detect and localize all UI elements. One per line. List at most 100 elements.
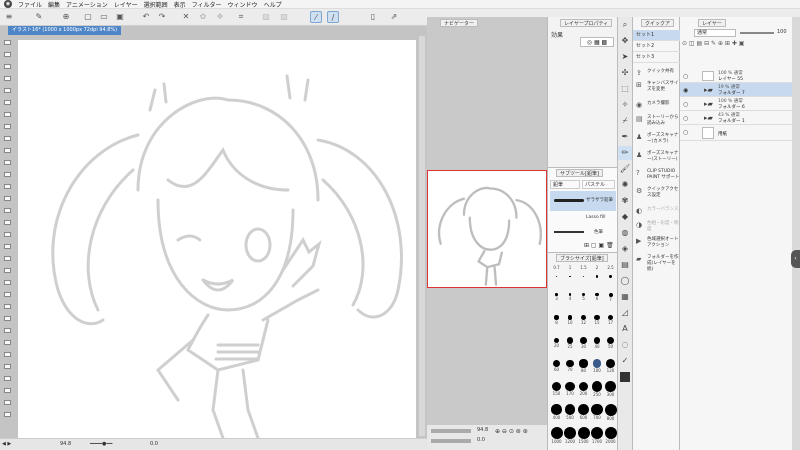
tab-layer[interactable]: レイヤー xyxy=(698,19,726,27)
menu-selection[interactable]: 選択範囲 xyxy=(144,0,168,9)
subtool-item-lasso-fill[interactable]: Lasso fill xyxy=(550,212,616,224)
brush-size-cell[interactable]: 40 xyxy=(591,334,604,349)
side-handle[interactable] xyxy=(4,76,11,81)
blend-tool-icon[interactable]: ◍ xyxy=(618,226,632,240)
eye-icon[interactable]: ◉ xyxy=(683,87,688,94)
eyedropper-tool-icon[interactable]: ⌿ xyxy=(618,114,632,128)
side-handle[interactable] xyxy=(4,388,11,393)
quick-item-support[interactable]: ? CLIP STUDIO PAINT サポート xyxy=(633,169,680,181)
visibility-off-icon[interactable]: ○ xyxy=(683,129,688,136)
side-handle[interactable] xyxy=(4,220,11,225)
navigator-rotate-slider[interactable] xyxy=(431,439,471,443)
subtool-group-pencil[interactable]: 鉛筆 xyxy=(550,180,580,189)
canvas-vertical-scrollbar[interactable] xyxy=(419,36,425,436)
subtool-group-pastel[interactable]: パステル xyxy=(582,180,615,189)
brush-size-cell[interactable]: 80 xyxy=(577,357,590,373)
quick-item-canvas-size[interactable]: ⊞ キャンバスサイズを変更 xyxy=(633,81,680,93)
side-handle[interactable] xyxy=(4,136,11,141)
frame-tool-icon[interactable]: ▦ xyxy=(618,290,632,304)
save-icon[interactable]: ▣ xyxy=(114,11,126,23)
side-handle[interactable] xyxy=(4,124,11,129)
brush-size-cell[interactable]: 1 xyxy=(564,265,577,278)
open-icon[interactable]: ▭ xyxy=(98,11,110,23)
quick-set-1[interactable]: セット1 xyxy=(633,30,680,41)
layer-tool-icons[interactable]: ⊙ ◫ ▤ ⊟ ✎ ⊕ ⊞ ✚ ▣ xyxy=(682,40,744,47)
tab-subtool[interactable]: サブツール[鉛筆] xyxy=(556,169,603,177)
navigator-zoom-slider[interactable] xyxy=(431,429,471,433)
brush-size-cell[interactable]: 10 xyxy=(564,311,577,325)
new-file-icon[interactable]: ▢ xyxy=(82,11,94,23)
brush-size-cell[interactable]: 600 xyxy=(577,403,590,420)
brush-size-cell[interactable]: 1500 xyxy=(577,426,590,444)
side-handle[interactable] xyxy=(4,40,11,45)
redo-icon[interactable]: ↷ xyxy=(156,11,168,23)
color-swatch-icon[interactable] xyxy=(620,372,630,382)
brush-size-cell[interactable]: 60 xyxy=(550,357,563,372)
menu-view[interactable]: 表示 xyxy=(174,0,186,9)
brush-size-cell[interactable]: 4 xyxy=(564,288,577,301)
quick-item-pose-story[interactable]: ♟ ポーズスキャナー(ストーリー) xyxy=(633,151,680,163)
rotation-value[interactable]: 0.0 xyxy=(150,439,158,450)
fill-tool-icon[interactable]: ◈ xyxy=(618,242,632,256)
stroke-icon[interactable]: ∕ xyxy=(327,11,339,23)
visibility-off-icon[interactable]: ○ xyxy=(683,115,688,122)
stabilizer-icon[interactable]: ⁄ xyxy=(310,11,322,23)
opacity-slider[interactable] xyxy=(740,32,774,34)
side-handle[interactable] xyxy=(4,364,11,369)
brush-size-cell[interactable]: 400 xyxy=(550,403,563,420)
deselect-icon[interactable]: ▨ xyxy=(260,11,272,23)
subtool-item-rough-pencil[interactable]: ザラザラ鉛筆 xyxy=(550,191,616,211)
visibility-off-icon[interactable]: ○ xyxy=(683,101,688,108)
side-handle[interactable] xyxy=(4,52,11,57)
menu-edit[interactable]: 編集 xyxy=(48,0,60,9)
brush-size-cell[interactable]: 800 xyxy=(604,403,617,421)
brush-size-cell[interactable]: 20 xyxy=(550,334,563,348)
menu-filter[interactable]: フィルター xyxy=(192,0,222,9)
quick-set-3[interactable]: セット3 xyxy=(633,52,680,63)
figure-tool-icon[interactable]: ◯ xyxy=(618,274,632,288)
invert-selection-icon[interactable]: ▧ xyxy=(278,11,290,23)
brush-size-cell[interactable]: 1.5 xyxy=(577,265,590,278)
side-handle[interactable] xyxy=(4,340,11,345)
brush-size-cell[interactable]: 100 xyxy=(591,357,604,373)
brush-size-cell[interactable]: 150 xyxy=(550,380,563,396)
side-handle[interactable] xyxy=(4,316,11,321)
brush-size-cell[interactable]: 7 xyxy=(604,288,617,302)
app-logo-icon[interactable]: ◉ xyxy=(4,0,12,8)
menu-window[interactable]: ウィンドウ xyxy=(228,0,258,9)
move-tool-icon[interactable]: ✥ xyxy=(618,34,632,48)
zoom-tool-icon[interactable]: ⌕ xyxy=(618,18,632,32)
brush-size-cell[interactable]: 70 xyxy=(564,357,577,372)
side-handle[interactable] xyxy=(4,280,11,285)
brush-size-cell[interactable]: 30 xyxy=(577,334,590,349)
text-tool-icon[interactable]: A xyxy=(618,322,632,336)
new-canvas-icon[interactable]: ✎ xyxy=(33,11,45,23)
brush-size-cell[interactable]: 6 xyxy=(591,288,604,301)
brush-size-cell[interactable]: 8 xyxy=(550,311,563,325)
brush-size-cell[interactable]: 2.5 xyxy=(604,265,617,278)
menu-animation[interactable]: アニメーション xyxy=(66,0,108,9)
eraser-tool-icon[interactable]: ◆ xyxy=(618,210,632,224)
opacity-value[interactable]: 100 xyxy=(777,29,787,35)
correct-line-tool-icon[interactable]: ✓ xyxy=(618,354,632,368)
decoration-tool-icon[interactable]: ✾ xyxy=(618,194,632,208)
tab-layer-property[interactable]: レイヤープロパティ xyxy=(560,19,613,27)
layer-row[interactable]: ○ ▸▰ 43 % 通常 フォルダー 1 xyxy=(680,111,792,125)
brush-size-cell[interactable]: 2 xyxy=(591,265,604,278)
transform-icon[interactable]: ❖ xyxy=(214,11,226,23)
side-handle[interactable] xyxy=(4,148,11,153)
brush-size-cell[interactable]: 25 xyxy=(564,334,577,349)
menu-layer[interactable]: レイヤー xyxy=(114,0,138,9)
zoom-value[interactable]: 94.8 xyxy=(60,439,71,450)
brush-size-cell[interactable]: 12 xyxy=(577,311,590,325)
quick-item-settings[interactable]: ⚙ クイックアクセス設定 xyxy=(633,187,680,199)
menu-icon[interactable]: ≡ xyxy=(3,11,15,23)
side-handle[interactable] xyxy=(4,304,11,309)
brush-size-cell[interactable]: 170 xyxy=(564,380,577,396)
brush-size-cell[interactable]: 2000 xyxy=(604,426,617,444)
ruler-tool-icon[interactable]: ◿ xyxy=(618,306,632,320)
brush-size-cell[interactable]: 500 xyxy=(564,403,577,420)
brush-size-cell[interactable]: 17 xyxy=(604,311,617,325)
undo-icon[interactable]: ↶ xyxy=(140,11,152,23)
side-handle[interactable] xyxy=(4,328,11,333)
